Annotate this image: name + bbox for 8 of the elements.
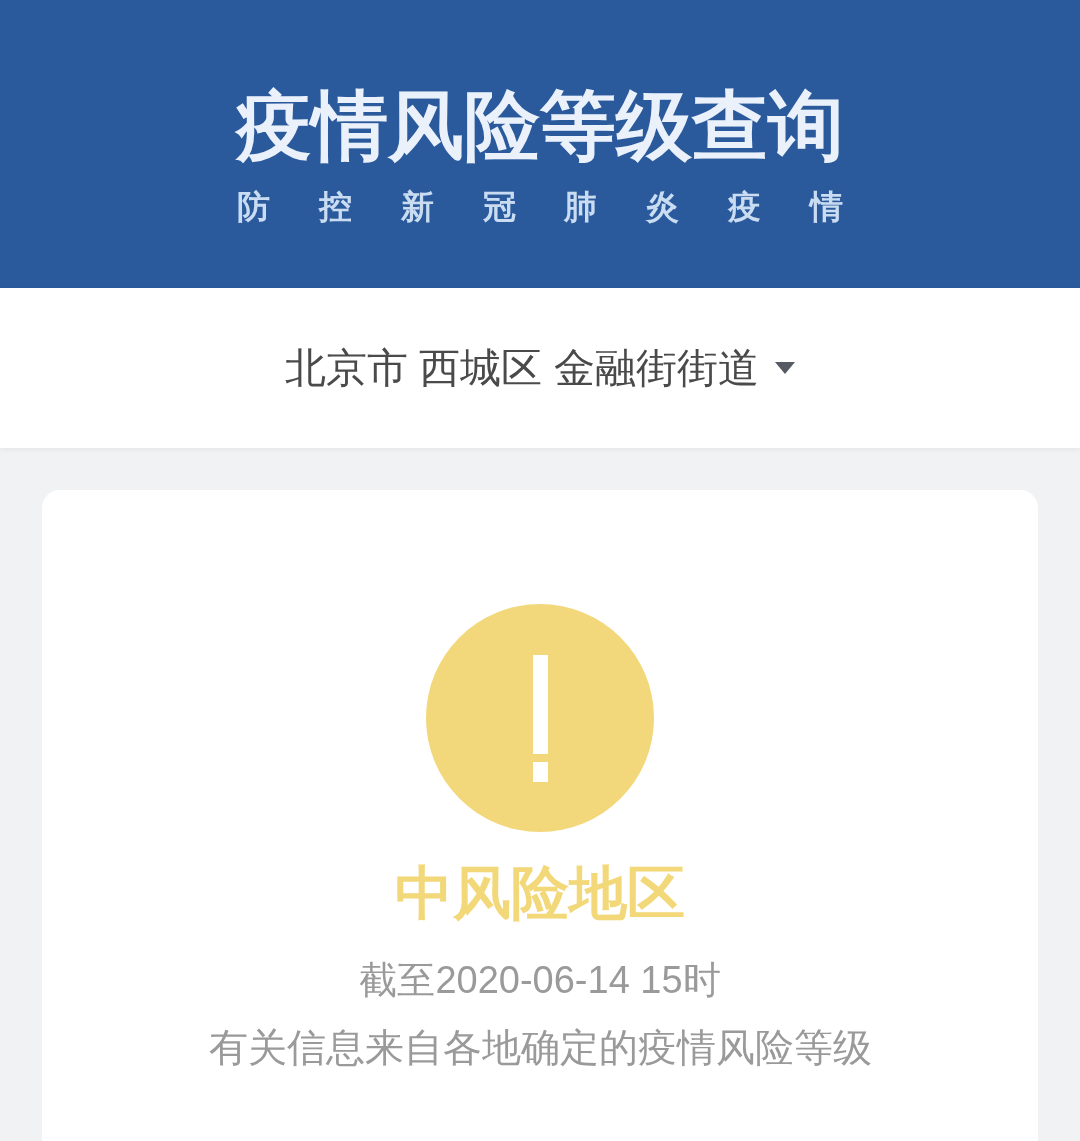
- page-subtitle: 防 控 新 冠 肺 炎 疫 情: [237, 190, 843, 223]
- location-dropdown[interactable]: 北京市 西城区 金融街街道: [285, 347, 795, 389]
- page-title: 疫情风险等级查询: [236, 88, 844, 164]
- exclamation-circle-icon: [426, 604, 654, 832]
- update-time: 截至2020-06-14 15时: [359, 957, 721, 1003]
- risk-level-label: 中风险地区: [395, 859, 685, 927]
- info-source-note: 有关信息来自各地确定的疫情风险等级: [208, 1025, 872, 1072]
- caret-icon: [774, 362, 795, 374]
